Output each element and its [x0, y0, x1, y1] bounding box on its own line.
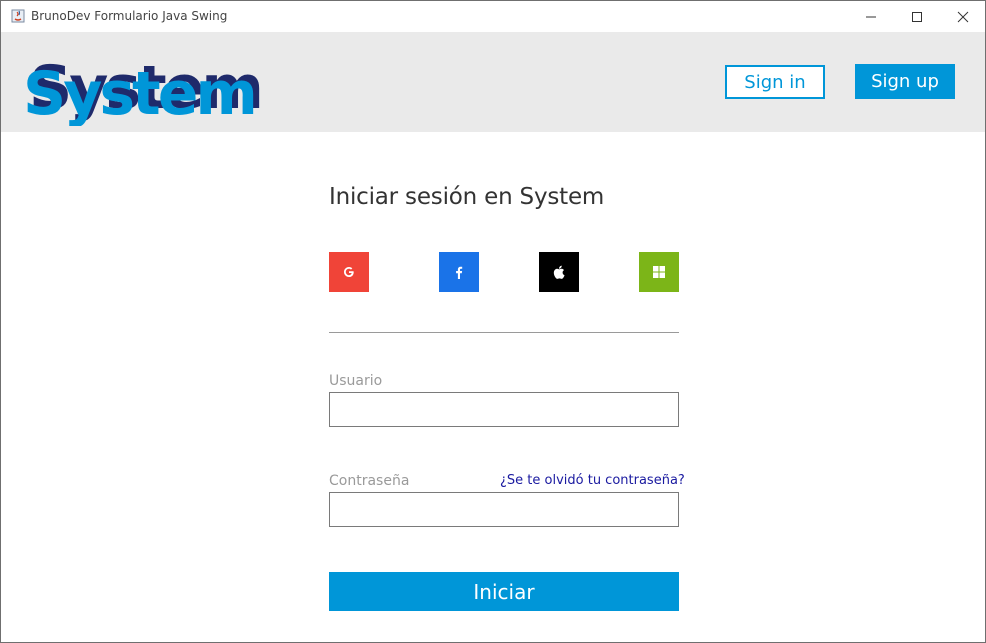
divider [329, 332, 679, 333]
sign-in-button[interactable]: Sign in [725, 65, 825, 99]
system-logo: System System [23, 53, 264, 126]
google-icon [344, 267, 354, 277]
google-login-button[interactable] [329, 252, 369, 292]
password-input[interactable] [329, 492, 679, 527]
close-icon [957, 11, 969, 22]
apple-icon [553, 265, 565, 279]
java-app-icon [11, 9, 25, 23]
header-bar: System System Sign in Sign up [1, 32, 985, 132]
windows-icon [653, 266, 665, 278]
app-window: BrunoDev Formulario Java Swing System Sy… [0, 0, 986, 643]
maximize-button[interactable] [894, 1, 940, 32]
title-bar: BrunoDev Formulario Java Swing [1, 1, 985, 32]
sign-up-button[interactable]: Sign up [855, 64, 955, 99]
usuario-input[interactable] [329, 392, 679, 427]
close-button[interactable] [940, 1, 985, 32]
apple-login-button[interactable] [539, 252, 579, 292]
minimize-button[interactable] [848, 1, 894, 32]
facebook-login-button[interactable] [439, 252, 479, 292]
minimize-icon [866, 16, 876, 17]
window-title: BrunoDev Formulario Java Swing [31, 9, 228, 23]
maximize-icon [912, 11, 922, 22]
usuario-label: Usuario [329, 373, 383, 389]
password-label: Contraseña [329, 473, 410, 489]
login-heading: Iniciar sesión en System [329, 184, 605, 210]
iniciar-button[interactable]: Iniciar [329, 572, 679, 611]
windows-login-button[interactable] [639, 252, 679, 292]
facebook-icon [456, 266, 463, 279]
svg-text:System: System [23, 59, 255, 126]
forgot-password-link[interactable]: ¿Se te olvidó tu contraseña? [500, 473, 685, 488]
